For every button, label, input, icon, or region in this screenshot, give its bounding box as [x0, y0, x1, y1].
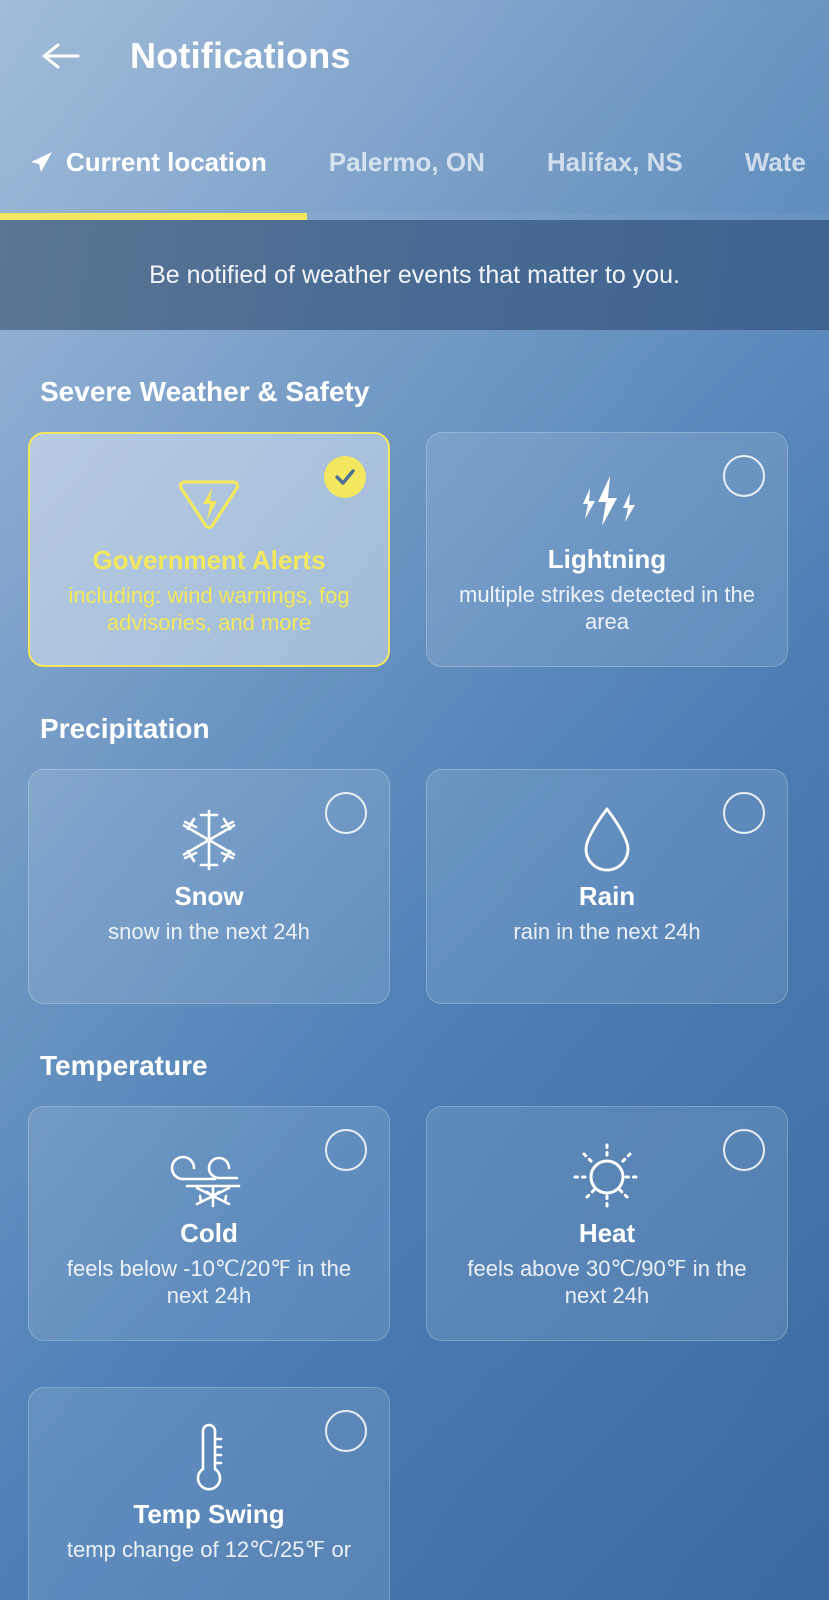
toggle-cold[interactable]: [325, 1129, 367, 1171]
tab-label: Wate: [744, 146, 806, 177]
section-title-temperature: Temperature: [40, 1050, 208, 1081]
tab-halifax-ns[interactable]: Halifax, NS: [547, 147, 713, 178]
card-description: rain in the next 24h: [513, 918, 701, 944]
card-title: Rain: [578, 881, 636, 911]
section-title-severe-weather: Severe Weather & Safety: [40, 376, 370, 407]
card-description: feels below -10℃/20℉ in the next 24h: [66, 1255, 352, 1309]
card-temp-swing[interactable]: Temp Swing temp change of 12℃/25℉ or: [28, 1387, 390, 1600]
section-title-precipitation: Precipitation: [40, 713, 210, 744]
card-rain[interactable]: Rain rain in the next 24h: [426, 769, 788, 1004]
check-icon: [335, 469, 355, 485]
app-bar: Notifications: [0, 0, 829, 112]
card-description: multiple strikes detected in the area: [459, 581, 755, 635]
info-banner-text: Be notified of weather events that matte…: [149, 260, 680, 289]
tab-label: Current location: [66, 146, 267, 177]
arrow-left-icon: [41, 41, 81, 71]
card-description: temp change of 12℃/25℉ or: [66, 1536, 352, 1562]
card-heat[interactable]: Heat feels above 30℃/90℉ in the next 24h: [426, 1106, 788, 1341]
card-description: feels above 30℃/90℉ in the next 24h: [467, 1255, 747, 1309]
card-description: snow in the next 24h: [108, 918, 310, 944]
card-grid-precipitation: Snow snow in the next 24h Rain rain in t…: [28, 769, 801, 1004]
card-lightning[interactable]: Lightning multiple strikes detected in t…: [426, 432, 788, 667]
sun-icon: [571, 1141, 643, 1213]
tab-current-location[interactable]: Current location: [28, 147, 297, 178]
tab-strip[interactable]: Current location Palermo, ON Halifax, NS…: [0, 112, 829, 212]
card-title: Government Alerts: [92, 545, 326, 575]
card-grid-severe-weather: Government Alerts including: wind warnin…: [28, 432, 801, 667]
card-grid-temperature: Cold feels below -10℃/20℉ in the next 24…: [28, 1106, 801, 1341]
card-government-alerts[interactable]: Government Alerts including: wind warnin…: [28, 432, 390, 667]
card-grid-temp-swing: Temp Swing temp change of 12℃/25℉ or: [28, 1387, 801, 1600]
tab-active-indicator: [0, 213, 307, 220]
notification-settings-content: Severe Weather & Safety Government Alert…: [0, 376, 829, 1600]
toggle-temp-swing[interactable]: [325, 1410, 367, 1452]
toggle-lightning[interactable]: [723, 455, 765, 497]
card-title: Lightning: [547, 544, 667, 574]
toggle-heat[interactable]: [723, 1129, 765, 1171]
card-snow[interactable]: Snow snow in the next 24h: [28, 769, 390, 1004]
card-title: Snow: [174, 881, 244, 911]
back-button[interactable]: [34, 29, 88, 83]
tab-waterloo-truncated[interactable]: Wate: [745, 147, 829, 178]
raindrop-icon: [580, 804, 634, 876]
info-banner: Be notified of weather events that matte…: [0, 220, 829, 330]
toggle-rain[interactable]: [723, 792, 765, 834]
toggle-snow[interactable]: [325, 792, 367, 834]
card-cold[interactable]: Cold feels below -10℃/20℉ in the next 24…: [28, 1106, 390, 1341]
card-description: including: wind warnings, fog advisories…: [68, 582, 350, 636]
thermometer-icon: [187, 1422, 231, 1494]
page-title: Notifications: [130, 35, 351, 76]
card-title: Temp Swing: [133, 1499, 285, 1529]
location-arrow-icon: [28, 149, 54, 175]
government-alert-icon: [176, 468, 242, 540]
card-title: Heat: [578, 1218, 636, 1248]
snowflake-icon: [176, 804, 242, 876]
location-tabs: Current location Palermo, ON Halifax, NS…: [0, 112, 829, 220]
tab-palermo-on[interactable]: Palermo, ON: [329, 147, 515, 178]
toggle-government-alerts[interactable]: [324, 456, 366, 498]
cold-wind-icon: [167, 1141, 251, 1213]
lightning-icon: [569, 467, 645, 539]
tab-label: Halifax, NS: [546, 146, 683, 177]
tab-label: Palermo, ON: [328, 146, 485, 177]
card-title: Cold: [180, 1218, 238, 1248]
